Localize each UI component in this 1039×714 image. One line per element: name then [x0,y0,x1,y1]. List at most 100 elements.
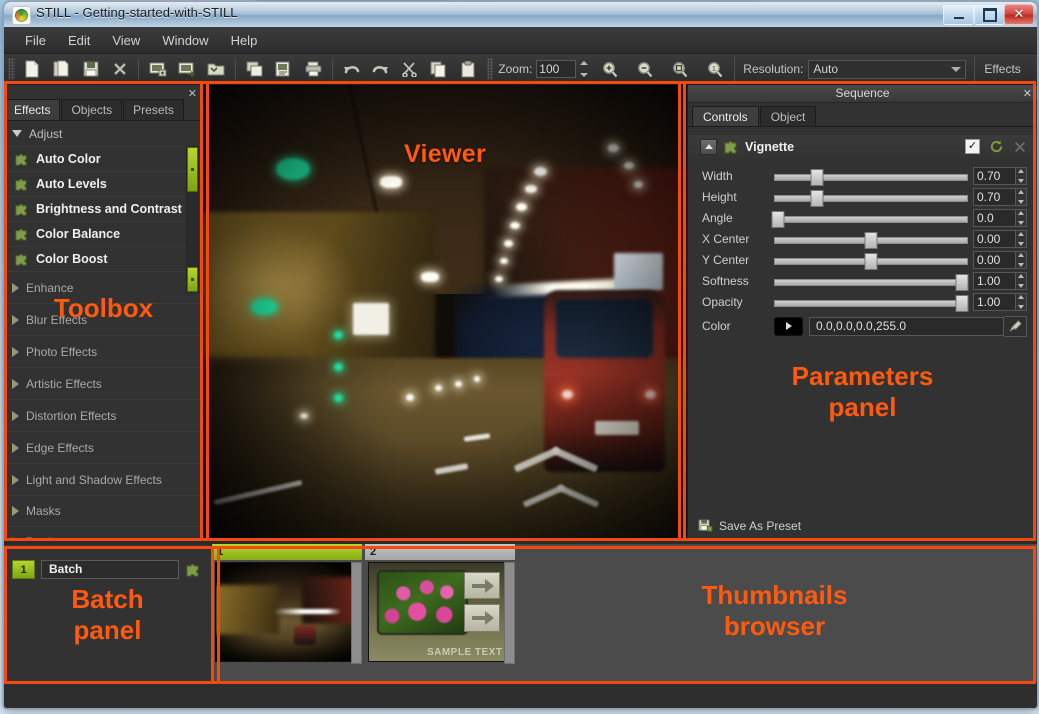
maximize-button[interactable] [974,4,1005,25]
close-icon[interactable]: ✕ [1023,86,1032,103]
eyedropper-icon[interactable] [1004,315,1027,337]
param-stepper[interactable] [1016,250,1027,269]
print-icon[interactable] [298,56,327,82]
group-enhance[interactable]: Enhance [4,272,202,304]
effect-brightness-and-contrast[interactable]: Brightness and Contrast [4,197,202,222]
param-value-x-center[interactable]: 0.00 [973,229,1016,248]
param-value-opacity[interactable]: 1.00 [973,292,1016,311]
param-value-angle[interactable]: 0.0 [973,208,1016,227]
group-blur-effects[interactable]: Blur Effects [4,304,202,336]
param-stepper[interactable] [1016,229,1027,248]
slider-softness[interactable] [774,273,969,291]
redo-icon[interactable] [366,56,395,82]
resolution-dropdown[interactable]: Auto [808,59,967,79]
copy-icon[interactable] [424,56,453,82]
close-icon[interactable]: ✕ [188,87,197,100]
scrollbar-thumb-bottom[interactable] [187,267,198,292]
paste-icon[interactable] [453,56,482,82]
add-effect-icon[interactable] [185,562,203,578]
thumbnail-item-1[interactable]: 1 [212,544,362,664]
save-icon[interactable] [76,56,105,82]
thumbnail-image-1[interactable] [215,562,356,662]
thumbnails-browser[interactable]: 1 2 SAMPLE TEXT Thumbnails browser [212,544,1037,682]
group-borders[interactable]: Borders [4,527,202,539]
effect-color-balance[interactable]: Color Balance [4,222,202,247]
batch-convert-icon[interactable] [269,56,298,82]
reset-icon[interactable] [989,139,1004,154]
slider-x-center[interactable] [774,231,968,249]
color-swatch-button[interactable] [774,316,803,336]
open-document-icon[interactable] [47,56,76,82]
thumbnail-scrollbar[interactable] [351,562,362,664]
open-folder-icon[interactable] [202,56,231,82]
slider-y-center[interactable] [774,252,968,270]
group-edge-effects[interactable]: Edge Effects [4,432,202,464]
thumbnail-image-2[interactable]: SAMPLE TEXT [368,562,509,662]
cut-icon[interactable] [395,56,424,82]
group-masks[interactable]: Masks [4,496,202,527]
tab-presets[interactable]: Presets [123,99,184,120]
zoom-input[interactable]: 100 [536,60,577,78]
save-as-preset-button[interactable]: Save As Preset [698,519,801,533]
new-document-icon[interactable] [18,56,47,82]
param-stepper[interactable] [1016,208,1027,227]
group-artistic-effects[interactable]: Artistic Effects [4,368,202,400]
thumbnail-item-2[interactable]: 2 SAMPLE TEXT [365,544,515,664]
zoom-in-icon[interactable] [594,56,625,82]
tab-controls[interactable]: Controls [692,106,759,126]
toolbar-grip[interactable] [8,58,15,80]
batch-name-input[interactable]: Batch [41,560,179,579]
slider-height[interactable] [774,189,968,207]
export-image-icon[interactable] [173,56,202,82]
group-distortion-effects[interactable]: Distortion Effects [4,400,202,432]
scrollbar-thumb-top[interactable] [187,147,198,192]
zoom-stepper[interactable] [580,61,590,77]
param-value-y-center[interactable]: 0.00 [973,250,1016,269]
param-stepper[interactable] [1016,187,1027,206]
group-adjust[interactable]: Adjust [4,121,202,147]
menu-window[interactable]: Window [151,30,219,51]
effects-on-toggle[interactable]: Effects On [974,57,1037,100]
toolbar-grip-2[interactable] [486,58,494,80]
menu-view[interactable]: View [101,30,151,51]
tab-objects[interactable]: Objects [61,99,123,120]
batch-number: 1 [12,560,35,579]
effects-list[interactable]: Adjust Auto Color Auto Levels Brightness… [4,121,202,539]
slider-opacity[interactable] [774,294,969,312]
color-value-input[interactable]: 0.0,0.0,0.0,255.0 [809,316,1004,336]
effects-scrollbar[interactable] [186,146,199,293]
close-button[interactable]: ✕ [1004,4,1034,25]
undo-icon[interactable] [337,56,366,82]
effect-auto-levels[interactable]: Auto Levels [4,172,202,197]
close-document-icon[interactable] [105,56,134,82]
param-stepper[interactable] [1016,271,1027,290]
batch-row[interactable]: 1 Batch [4,544,211,579]
effect-color-boost[interactable]: Color Boost [4,247,202,272]
menu-edit[interactable]: Edit [57,30,101,51]
delete-icon[interactable] [1013,140,1027,154]
param-stepper[interactable] [1016,292,1027,311]
param-stepper[interactable] [1016,166,1027,185]
param-value-softness[interactable]: 1.00 [973,271,1016,290]
viewer-panel[interactable]: Viewer [203,85,687,540]
slider-angle[interactable] [771,210,968,228]
param-value-height[interactable]: 0.70 [973,187,1016,206]
effect-auto-color[interactable]: Auto Color [4,147,202,172]
slider-width[interactable] [774,168,968,186]
param-value-width[interactable]: 0.70 [973,166,1016,185]
collapse-icon[interactable] [700,138,717,155]
group-light-and-shadow-effects[interactable]: Light and Shadow Effects [4,464,202,496]
zoom-actual-icon[interactable]: 1 [699,56,730,82]
tab-effects[interactable]: Effects [4,99,61,120]
import-image-icon[interactable] [143,56,172,82]
menu-help[interactable]: Help [220,30,269,51]
menu-file[interactable]: File [14,30,57,51]
tab-object[interactable]: Object [759,106,817,126]
minimize-button[interactable] [943,4,974,25]
zoom-out-icon[interactable] [629,56,660,82]
chevron-right-icon [12,378,19,389]
effect-enabled-checkbox[interactable]: ✓ [965,139,980,154]
duplicate-icon[interactable] [240,56,269,82]
group-photo-effects[interactable]: Photo Effects [4,336,202,368]
zoom-fit-icon[interactable] [664,56,695,82]
